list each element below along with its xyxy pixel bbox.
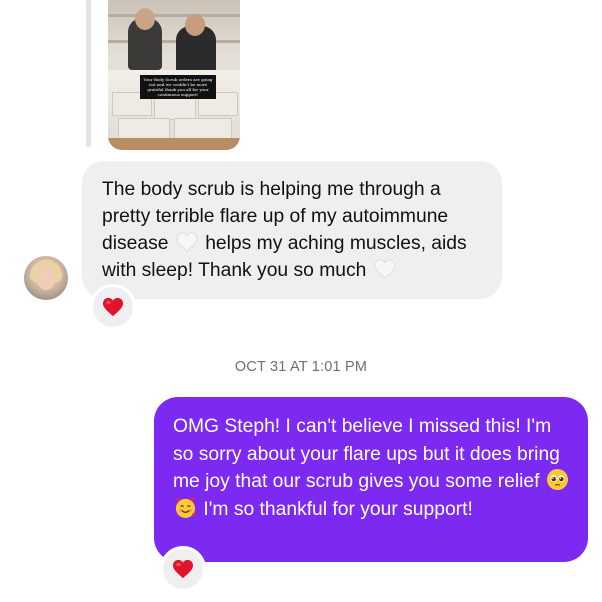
outgoing-message-part1: OMG Steph! I can't believe I missed this… [173,416,560,492]
white-heart-icon [176,232,198,252]
outgoing-message-text: OMG Steph! I can't believe I missed this… [173,413,572,523]
smiling-face-with-hearts-icon [175,496,196,518]
pleading-face-icon [546,468,568,491]
reply-indicator-line [86,0,91,147]
story-caption: Your Body Scrub orders are going out and… [140,75,216,99]
message-timestamp: OCT 31 AT 1:01 PM [234,359,368,375]
story-box [154,96,196,120]
red-heart-icon [103,297,123,317]
avatar-face [37,268,55,290]
outgoing-message-part2: I'm so thankful for your support! [203,498,473,520]
story-shelf [108,14,240,17]
message-reaction[interactable] [90,284,136,330]
outgoing-message-bubble[interactable]: OMG Steph! I can't believe I missed this… [154,397,588,562]
incoming-message-bubble[interactable]: The body scrub is helping me through a p… [82,161,502,299]
story-floor [108,138,240,150]
white-heart-icon [374,259,396,279]
shared-story-image[interactable]: Your Body Scrub orders are going out and… [108,0,240,150]
message-reaction[interactable] [160,546,206,592]
sender-avatar[interactable] [24,256,68,300]
story-person-head [185,14,205,36]
story-person-head [135,8,155,30]
incoming-message-text: The body scrub is helping me through a p… [102,176,484,284]
red-heart-icon [173,559,193,579]
